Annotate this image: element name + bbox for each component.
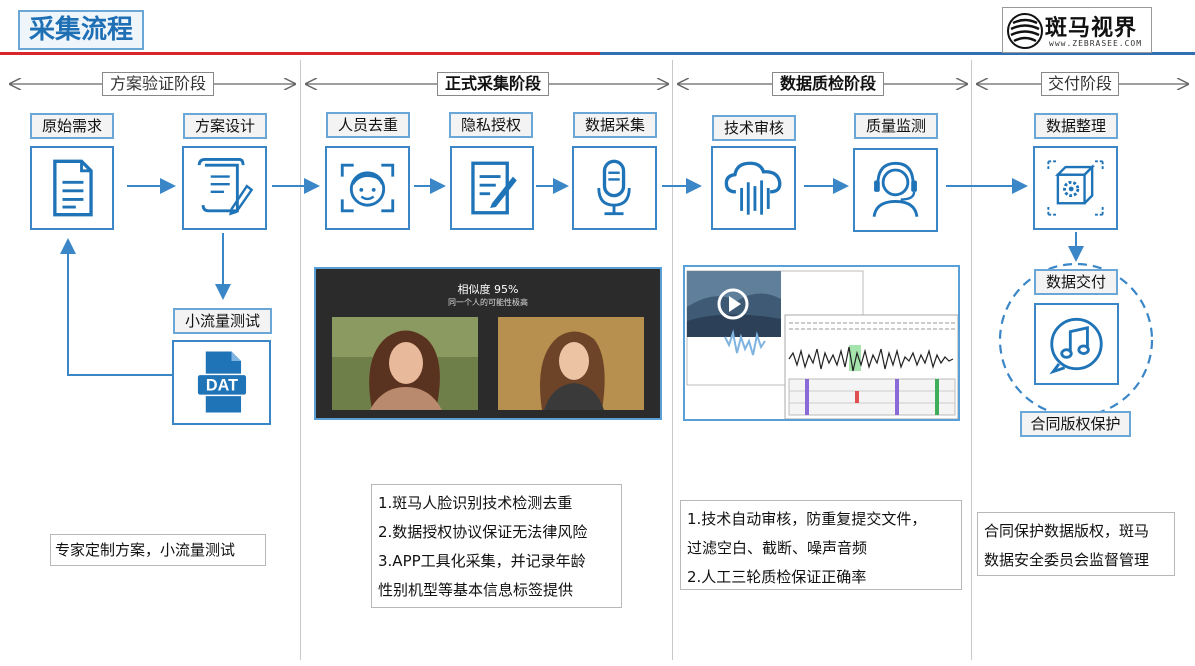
- face-dedup-node: [325, 146, 410, 230]
- technical-review-node: [711, 146, 796, 230]
- node-label-copyright-protection: 合同版权保护: [1020, 411, 1131, 437]
- audio-review-screenshot: [683, 265, 960, 421]
- data-organization-node: [1033, 146, 1118, 230]
- phase-header-delivery: 交付阶段: [1041, 72, 1119, 96]
- audio-review-collage: [686, 270, 959, 420]
- phase1-description: 专家定制方案，小流量测试: [50, 534, 266, 566]
- phase2-description: 1.斑马人脸识别技术检测去重 2.数据授权协议保证无法律风险 3.APP工具化采…: [371, 484, 622, 608]
- node-label-quality-monitoring: 质量监测: [854, 113, 938, 139]
- phase-header-formal-collection: 正式采集阶段: [437, 72, 549, 96]
- dat-file-icon: DAT: [196, 351, 248, 413]
- phase3-line-3: 2.人工三轮质检保证正确率: [687, 568, 867, 586]
- phase4-description: 合同保护数据版权，斑马 数据安全委员会监督管理: [977, 512, 1175, 576]
- phase4-line-2: 数据安全委员会监督管理: [984, 551, 1150, 569]
- similarity-text: 相似度 95%: [457, 283, 519, 296]
- music-bubble-icon: [1049, 317, 1103, 375]
- cloud-data-icon: [724, 161, 782, 215]
- scroll-pen-icon: [197, 158, 254, 216]
- edit-document-icon: [471, 161, 517, 215]
- phase2-line-3: 3.APP工具化采集，并记录年龄: [378, 552, 586, 570]
- document-icon: [53, 159, 93, 217]
- quality-monitoring-node: [853, 148, 938, 232]
- face-scan-icon: [340, 163, 395, 213]
- data-collection-node: [572, 146, 657, 230]
- dat-label: DAT: [206, 377, 238, 395]
- phase2-line-1: 1.斑马人脸识别技术检测去重: [378, 494, 573, 512]
- phase-header-plan-validation: 方案验证阶段: [102, 72, 214, 96]
- node-label-original-requirements: 原始需求: [30, 113, 114, 139]
- phase3-line-1: 1.技术自动审核，防重复提交文件，: [687, 510, 927, 528]
- node-label-small-traffic-test: 小流量测试: [173, 308, 272, 334]
- similarity-caption: 同一个人的可能性极高: [448, 298, 528, 307]
- node-label-privacy-authorization: 隐私授权: [449, 112, 533, 138]
- phase1-description-text: 专家定制方案，小流量测试: [55, 541, 236, 559]
- node-label-data-organization: 数据整理: [1034, 113, 1118, 139]
- phase-header-quality-inspection: 数据质检阶段: [772, 72, 884, 96]
- phase3-description: 1.技术自动审核，防重复提交文件， 过滤空白、截断、噪声音频 2.人工三轮质检保…: [680, 500, 962, 590]
- headset-agent-icon: [872, 161, 919, 217]
- node-label-plan-design: 方案设计: [183, 113, 267, 139]
- node-label-data-collection: 数据采集: [573, 112, 657, 138]
- node-label-data-delivery: 数据交付: [1034, 269, 1118, 295]
- gear-box-icon: [1047, 160, 1104, 216]
- phase3-line-2: 过滤空白、截断、噪声音频: [687, 539, 868, 557]
- dat-file-node: DAT: [172, 340, 271, 425]
- portrait-photo-right: [498, 317, 644, 410]
- face-compare-screenshot: 相似度 95% 同一个人的可能性极高: [314, 267, 662, 420]
- data-delivery-node: [1034, 303, 1119, 385]
- document-node: [30, 146, 114, 230]
- microphone-icon: [597, 159, 631, 216]
- phase2-line-4: 性别机型等基本信息标签提供: [378, 581, 574, 599]
- node-label-person-dedup: 人员去重: [326, 112, 410, 138]
- plan-design-node: [182, 146, 267, 230]
- phase4-line-1: 合同保护数据版权，斑马: [984, 522, 1150, 540]
- portrait-photo-left: [332, 317, 478, 410]
- node-label-technical-review: 技术审核: [712, 115, 796, 141]
- privacy-node: [450, 146, 534, 230]
- phase2-line-2: 2.数据授权协议保证无法律风险: [378, 523, 588, 541]
